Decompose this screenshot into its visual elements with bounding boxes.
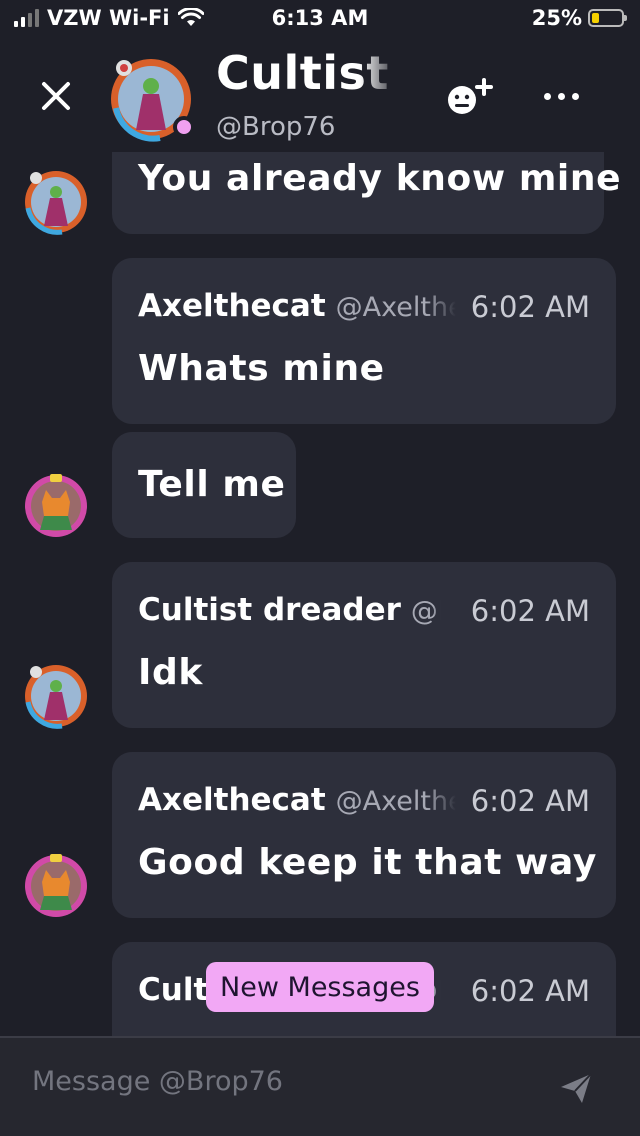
- battery-fill: [592, 13, 599, 23]
- message-time: 6:02 AM: [470, 784, 590, 818]
- message-bubble[interactable]: Cultist dreader @Brop76 6:02 AM Idk: [112, 562, 616, 728]
- status-right: 25%: [531, 6, 627, 30]
- avatar-cultist[interactable]: [22, 168, 90, 236]
- header-username: @Brop76: [216, 112, 336, 142]
- avatar-cultist[interactable]: [22, 662, 90, 730]
- message-handle: @Brop76: [410, 596, 441, 627]
- battery-icon: [588, 9, 627, 27]
- message-handle: @Axelthecat: [335, 292, 456, 323]
- message-bubble[interactable]: Tell me: [112, 432, 296, 538]
- presence-indicator: [173, 116, 195, 138]
- message-text: Idk: [138, 652, 203, 693]
- message-bubble[interactable]: Axelthecat @Axelthecat 6:02 AM Whats min…: [112, 258, 616, 424]
- message-author[interactable]: Cultist dreader: [138, 592, 401, 628]
- message-handle: @Axelthecat: [335, 786, 456, 817]
- message-text: You already know mine: [138, 158, 622, 199]
- message-meta: Axelthecat @Axelthecat: [138, 288, 456, 324]
- avatar-cat[interactable]: [22, 852, 90, 920]
- message-time: 6:02 AM: [470, 594, 590, 628]
- close-icon[interactable]: [34, 74, 78, 118]
- message-text: Whats mine: [138, 348, 385, 389]
- send-icon[interactable]: [558, 1070, 594, 1106]
- battery-percent: 25%: [531, 6, 582, 30]
- message-text: Tell me: [138, 464, 286, 505]
- status-bar: VZW Wi-Fi 6:13 AM 25%: [0, 0, 640, 40]
- more-icon[interactable]: [544, 84, 592, 108]
- message-input[interactable]: Message @Brop76: [32, 1066, 283, 1097]
- message-meta: Cultist dreader @Brop76: [138, 592, 441, 628]
- message-time: 6:02 AM: [470, 290, 590, 324]
- message-bubble[interactable]: Axelthecat @Axelthecat 6:02 AM Good keep…: [112, 752, 616, 918]
- message-text: Good keep it that way: [138, 842, 597, 883]
- add-friend-icon[interactable]: [444, 76, 496, 120]
- message-author[interactable]: Axelthecat: [138, 288, 326, 324]
- message-composer: Message @Brop76: [0, 1036, 640, 1136]
- message-author[interactable]: Axelthecat: [138, 782, 326, 818]
- new-messages-button[interactable]: New Messages: [206, 962, 434, 1012]
- message-meta: Axelthecat @Axelthecat: [138, 782, 456, 818]
- message-time: 6:02 AM: [470, 974, 590, 1008]
- header-title[interactable]: Cultist dreader: [216, 46, 400, 100]
- avatar-cat[interactable]: [22, 472, 90, 540]
